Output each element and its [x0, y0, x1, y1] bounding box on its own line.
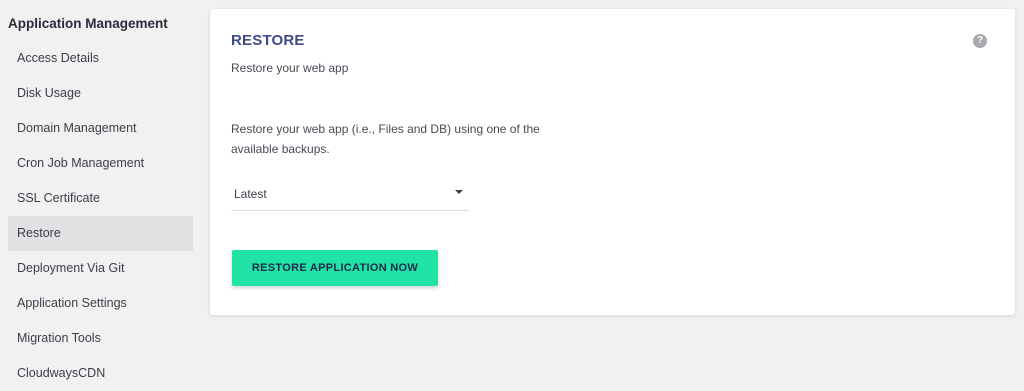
- caret-down-icon: [455, 190, 463, 194]
- sidebar-item-application-settings[interactable]: Application Settings: [8, 286, 193, 321]
- backup-select-value: Latest: [234, 187, 267, 201]
- sidebar-item-ssl-certificate[interactable]: SSL Certificate: [8, 181, 193, 216]
- sidebar-item-migration-tools[interactable]: Migration Tools: [8, 321, 193, 356]
- restore-panel: RESTORE Restore your web app ? Restore y…: [210, 9, 1015, 315]
- sidebar-item-deployment-via-git[interactable]: Deployment Via Git: [8, 251, 193, 286]
- sidebar-item-cron-job-management[interactable]: Cron Job Management: [8, 146, 193, 181]
- sidebar-item-domain-management[interactable]: Domain Management: [8, 111, 193, 146]
- sidebar: Application Management Access Details Di…: [0, 0, 200, 388]
- sidebar-heading: Application Management: [8, 16, 168, 31]
- restore-application-button[interactable]: RESTORE APPLICATION NOW: [232, 250, 438, 286]
- sidebar-item-cloudwayscdn[interactable]: CloudwaysCDN: [8, 356, 193, 391]
- page-subtitle: Restore your web app: [231, 61, 349, 75]
- sidebar-item-disk-usage[interactable]: Disk Usage: [8, 76, 193, 111]
- page-title: RESTORE: [231, 32, 305, 49]
- sidebar-item-restore[interactable]: Restore: [8, 216, 193, 251]
- restore-description: Restore your web app (i.e., Files and DB…: [231, 122, 540, 156]
- backup-select[interactable]: Latest: [231, 180, 469, 211]
- sidebar-item-access-details[interactable]: Access Details: [8, 41, 193, 76]
- sidebar-nav: Access Details Disk Usage Domain Managem…: [8, 41, 193, 391]
- question-circle-icon[interactable]: ?: [973, 34, 987, 48]
